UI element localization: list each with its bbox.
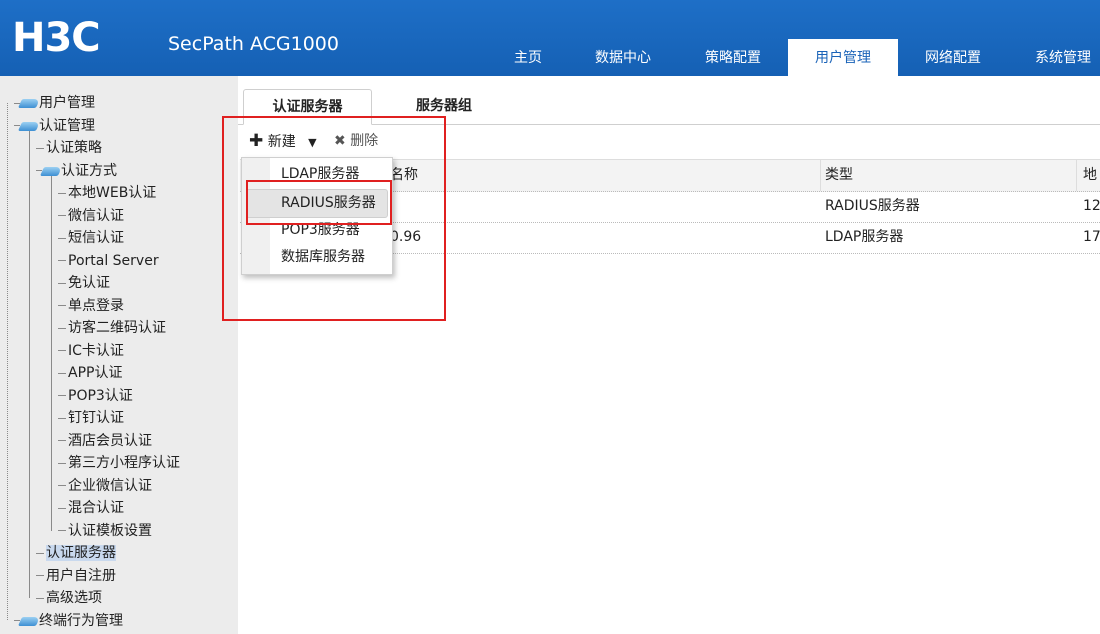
sidebar-item[interactable]: 访客二维码认证: [58, 318, 166, 338]
sidebar-item[interactable]: 本地WEB认证: [58, 183, 156, 203]
folder-icon: [17, 121, 41, 131]
cell-name: [390, 191, 810, 222]
tree-connector: [58, 237, 66, 239]
sidebar-item-label: 酒店会员认证: [68, 432, 152, 449]
sidebar-item[interactable]: Portal Server: [58, 251, 159, 271]
tree-connector: [36, 575, 44, 576]
sidebar-item-label: 短信认证: [68, 230, 124, 246]
sidebar-item-label: 访客二维码认证: [68, 320, 166, 336]
tree-connector: [58, 530, 66, 531]
cell-type: LDAP服务器: [825, 229, 904, 245]
sidebar-item-label: 高级选项: [46, 590, 102, 606]
sidebar-item-label: 认证方式: [61, 162, 117, 179]
cell-address: 12: [1083, 198, 1100, 214]
sidebar-item-label: Portal Server: [68, 252, 159, 269]
sidebar-item-label: 认证模板设置: [68, 522, 152, 539]
sidebar-item[interactable]: 用户管理: [14, 93, 95, 113]
sidebar-item-label: 用户管理: [39, 95, 95, 111]
sidebar-item-label: 单点登录: [68, 297, 124, 314]
tree-connector: [58, 372, 66, 374]
tree-connector: [58, 485, 66, 486]
highlight-box-radius: [246, 180, 392, 225]
sidebar-item[interactable]: 认证策略: [36, 138, 102, 158]
tree-connector: [58, 440, 66, 441]
sidebar-item[interactable]: APP认证: [58, 363, 122, 383]
sidebar-item[interactable]: 短信认证: [58, 228, 124, 248]
nav-network-config[interactable]: 网络配置: [908, 39, 998, 76]
sidebar-item-label: APP认证: [68, 365, 123, 381]
sidebar-item-label: 本地WEB认证: [68, 185, 157, 201]
tree-connector: [36, 597, 44, 599]
sidebar-item-label: 认证服务器: [46, 545, 116, 561]
tree-connector: [58, 327, 66, 329]
tree-connector: [58, 350, 66, 351]
sidebar-item-label: 混合认证: [68, 500, 124, 516]
tree-connector: [36, 552, 44, 554]
sidebar-item[interactable]: 钉钉认证: [58, 408, 124, 428]
tree-connector: [58, 215, 66, 216]
sidebar-item[interactable]: 第三方小程序认证: [58, 453, 180, 473]
column-header-type[interactable]: 类型: [825, 160, 1075, 191]
tree-connector: [58, 507, 66, 509]
top-nav: 主页 数据中心 策略配置 用户管理 网络配置 系统管理: [0, 39, 1100, 76]
sidebar-item-label: 终端行为管理: [39, 612, 123, 629]
sidebar-item[interactable]: POP3认证: [58, 386, 133, 406]
sidebar-item-label: 免认证: [68, 275, 110, 291]
sidebar-item-label: 微信认证: [68, 207, 124, 224]
sidebar-item-label: 钉钉认证: [68, 410, 124, 426]
sidebar-item-label: 认证管理: [39, 117, 95, 134]
sidebar-item[interactable]: 酒店会员认证: [58, 431, 152, 451]
sidebar-tree: 用户管理认证管理认证策略认证方式本地WEB认证 微信认证短信认证 Portal Se…: [0, 76, 238, 634]
sidebar-item[interactable]: 用户自注册: [36, 566, 116, 586]
app-header: H3C SecPath ACG1000 主页 数据中心 策略配置 用户管理 网络…: [0, 0, 1100, 76]
tree-line: [29, 130, 30, 598]
tree-line: [51, 175, 52, 531]
nav-user-management[interactable]: 用户管理: [788, 39, 898, 76]
tree-connector: [58, 305, 66, 306]
sidebar-item[interactable]: 认证服务器: [36, 543, 116, 563]
sidebar-item[interactable]: 混合认证: [58, 498, 124, 518]
sidebar-item-label: IC卡认证: [68, 342, 124, 359]
cell-address: 17: [1083, 229, 1100, 245]
folder-icon: [39, 166, 63, 176]
tree-connector: [58, 192, 66, 194]
sidebar-item[interactable]: 免认证: [58, 273, 110, 293]
sidebar-item-label: 认证策略: [46, 140, 102, 156]
nav-system-management[interactable]: 系统管理: [1018, 39, 1100, 76]
tree-connector: [58, 260, 66, 261]
sidebar-item[interactable]: 企业微信认证: [58, 476, 152, 496]
column-divider: [1076, 160, 1077, 191]
sidebar-item[interactable]: 单点登录: [58, 296, 124, 316]
nav-data-center[interactable]: 数据中心: [578, 39, 668, 76]
column-divider: [820, 160, 821, 191]
nav-policy-config[interactable]: 策略配置: [688, 39, 778, 76]
folder-icon: [17, 616, 41, 626]
sidebar-item[interactable]: IC卡认证: [58, 341, 124, 361]
tree-connector: [58, 395, 66, 396]
sidebar-item[interactable]: 微信认证: [58, 206, 124, 226]
tree-connector: [58, 282, 66, 284]
column-header-name[interactable]: 名称: [390, 160, 810, 191]
sidebar-item[interactable]: 认证管理: [14, 116, 95, 136]
sidebar-item[interactable]: 高级选项: [36, 588, 102, 608]
tree-connector: [58, 462, 66, 464]
nav-home[interactable]: 主页: [478, 39, 578, 76]
tree-connector: [36, 147, 44, 149]
cell-type: RADIUS服务器: [825, 198, 920, 214]
sidebar-item-label: 第三方小程序认证: [68, 455, 180, 471]
cell-name: 0.96: [390, 229, 422, 245]
sidebar-item-label: 企业微信认证: [68, 477, 152, 494]
sidebar-item[interactable]: 终端行为管理: [14, 611, 123, 631]
column-header-address[interactable]: 地: [1083, 160, 1100, 191]
tree-line: [7, 103, 8, 620]
sidebar-item[interactable]: 认证方式: [36, 161, 117, 181]
sidebar-item-label: 用户自注册: [46, 567, 116, 584]
folder-icon: [17, 99, 41, 108]
tree-connector: [58, 417, 66, 419]
sidebar-item-label: POP3认证: [68, 387, 133, 404]
sidebar-item[interactable]: 认证模板设置: [58, 521, 152, 541]
